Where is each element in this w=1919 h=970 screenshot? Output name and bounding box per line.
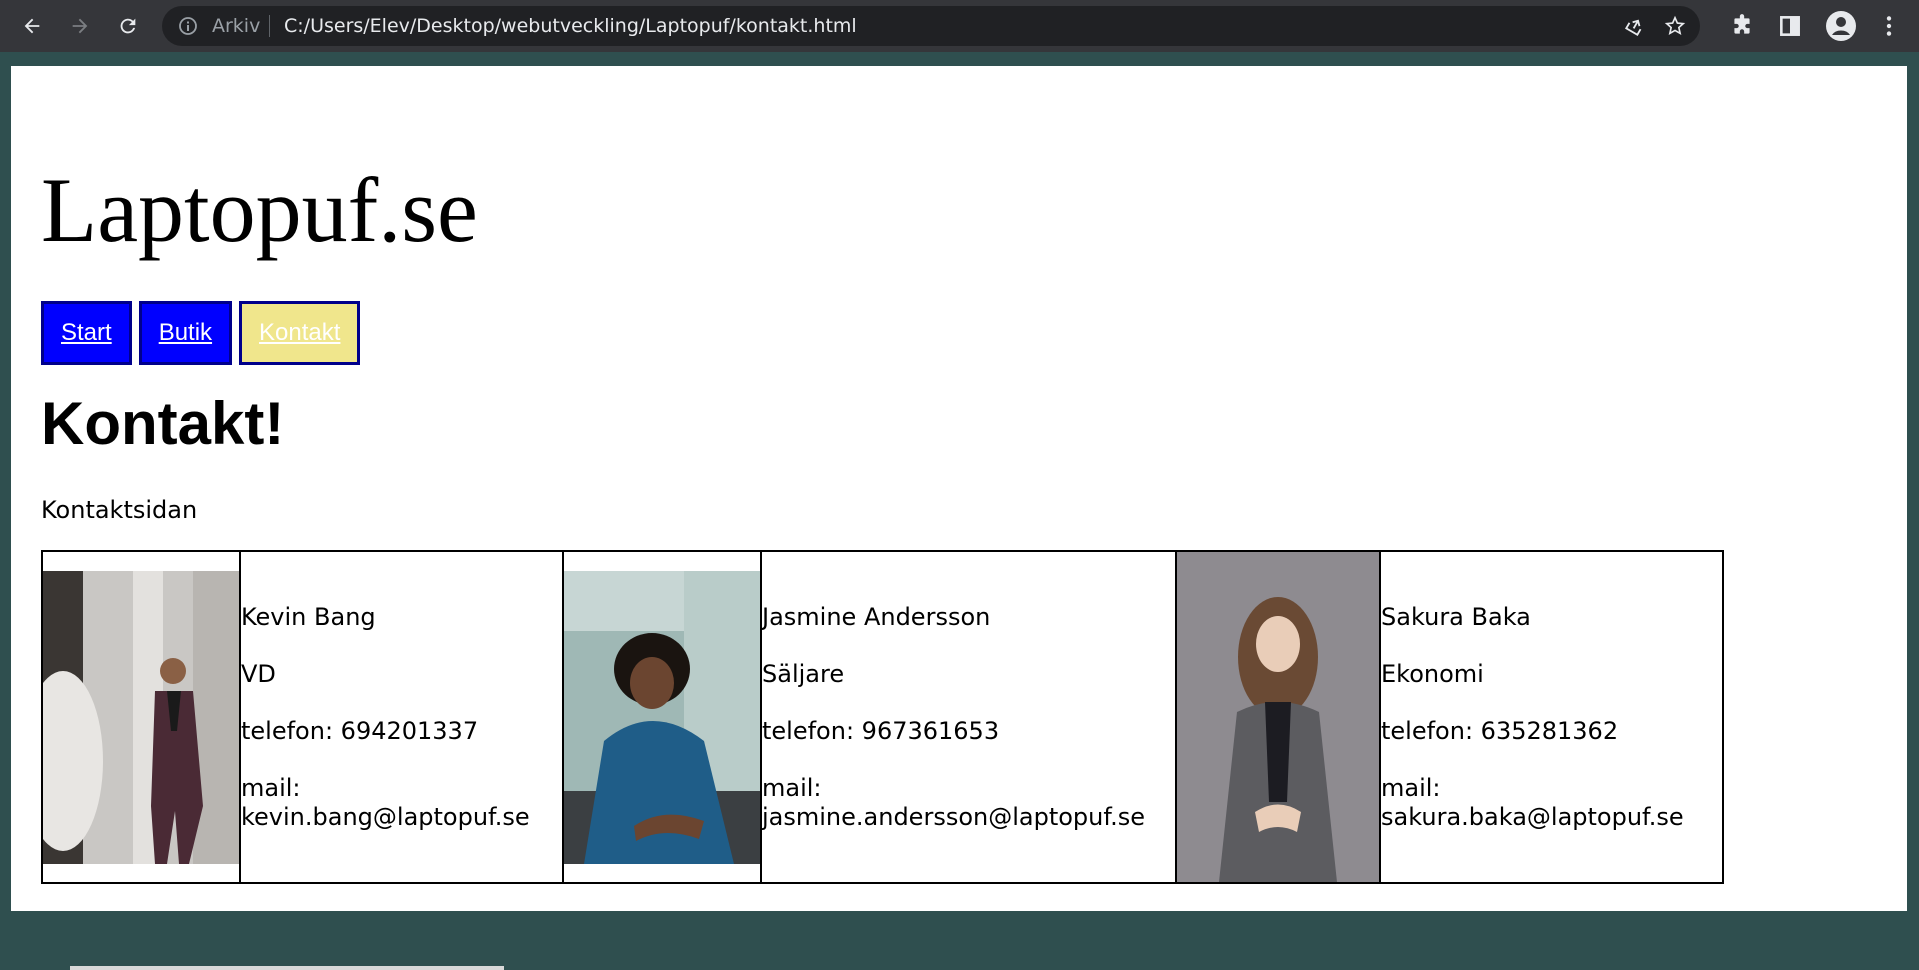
main-nav: Start Butik Kontakt <box>41 301 361 365</box>
contact-name: Sakura Baka <box>1381 602 1531 631</box>
page-viewport: Laptopuf.se Start Butik Kontakt Kontakt!… <box>11 66 1907 911</box>
address-bar[interactable]: Arkiv C:/Users/Elev/Desktop/webutvecklin… <box>162 6 1700 46</box>
nav-butik-link[interactable]: Butik <box>138 301 233 365</box>
profile-icon[interactable] <box>1825 10 1857 42</box>
table-row: Kevin Bang VD telefon: 694201337 mail: ke… <box>41 550 1724 884</box>
contact-photo-cell <box>1175 550 1381 884</box>
scheme-label: Arkiv <box>212 15 261 37</box>
share-icon[interactable] <box>1624 15 1646 37</box>
contact-role: Ekonomi <box>1381 659 1484 688</box>
contact-photo-cell <box>562 550 762 884</box>
contact-phone: telefon: 635281362 <box>1381 716 1619 745</box>
contact-photo-cell <box>41 550 241 884</box>
site-title: Laptopuf.se <box>41 159 478 261</box>
contact-info-cell: Sakura Baka Ekonomi telefon: 635281362 m… <box>1379 550 1724 884</box>
reload-icon[interactable] <box>114 12 142 40</box>
info-icon[interactable] <box>178 16 198 36</box>
intro-text: Kontaktsidan <box>41 496 198 524</box>
contact-info-cell: Jasmine Andersson Säljare telefon: 96736… <box>760 550 1177 884</box>
url-text[interactable]: C:/Users/Elev/Desktop/webutveckling/Lapt… <box>284 15 857 37</box>
kevin-bang-photo <box>43 570 239 864</box>
browser-toolbar: Arkiv C:/Users/Elev/Desktop/webutvecklin… <box>0 0 1919 52</box>
star-icon[interactable] <box>1664 15 1686 37</box>
side-panel-icon[interactable] <box>1777 13 1803 39</box>
forward-icon[interactable] <box>66 12 94 40</box>
contact-mail: mail: kevin.bang@laptopuf.se <box>241 773 530 831</box>
page-heading: Kontakt! <box>41 390 285 457</box>
scheme-separator <box>269 15 270 37</box>
contact-role: VD <box>241 659 276 688</box>
contact-info-cell: Kevin Bang VD telefon: 694201337 mail: ke… <box>239 550 564 884</box>
contact-phone: telefon: 967361653 <box>762 716 1000 745</box>
contact-role: Säljare <box>762 659 845 688</box>
contact-phone: telefon: 694201337 <box>241 716 479 745</box>
contacts-table: Kevin Bang VD telefon: 694201337 mail: ke… <box>41 550 1724 884</box>
contact-name: Jasmine Andersson <box>762 602 991 631</box>
extensions-icon[interactable] <box>1729 13 1755 39</box>
taskbar-tab <box>70 966 504 970</box>
back-icon[interactable] <box>18 12 46 40</box>
sakura-baka-photo <box>1177 552 1379 882</box>
contact-mail: mail: jasmine.andersson@laptopuf.se <box>762 773 1145 831</box>
nav-start-link[interactable]: Start <box>41 301 132 365</box>
contact-mail: mail: sakura.baka@laptopuf.se <box>1381 773 1684 831</box>
contact-name: Kevin Bang <box>241 602 376 631</box>
jasmine-andersson-photo <box>564 570 760 864</box>
menu-icon[interactable] <box>1876 13 1902 39</box>
nav-kontakt-link[interactable]: Kontakt <box>239 301 361 365</box>
